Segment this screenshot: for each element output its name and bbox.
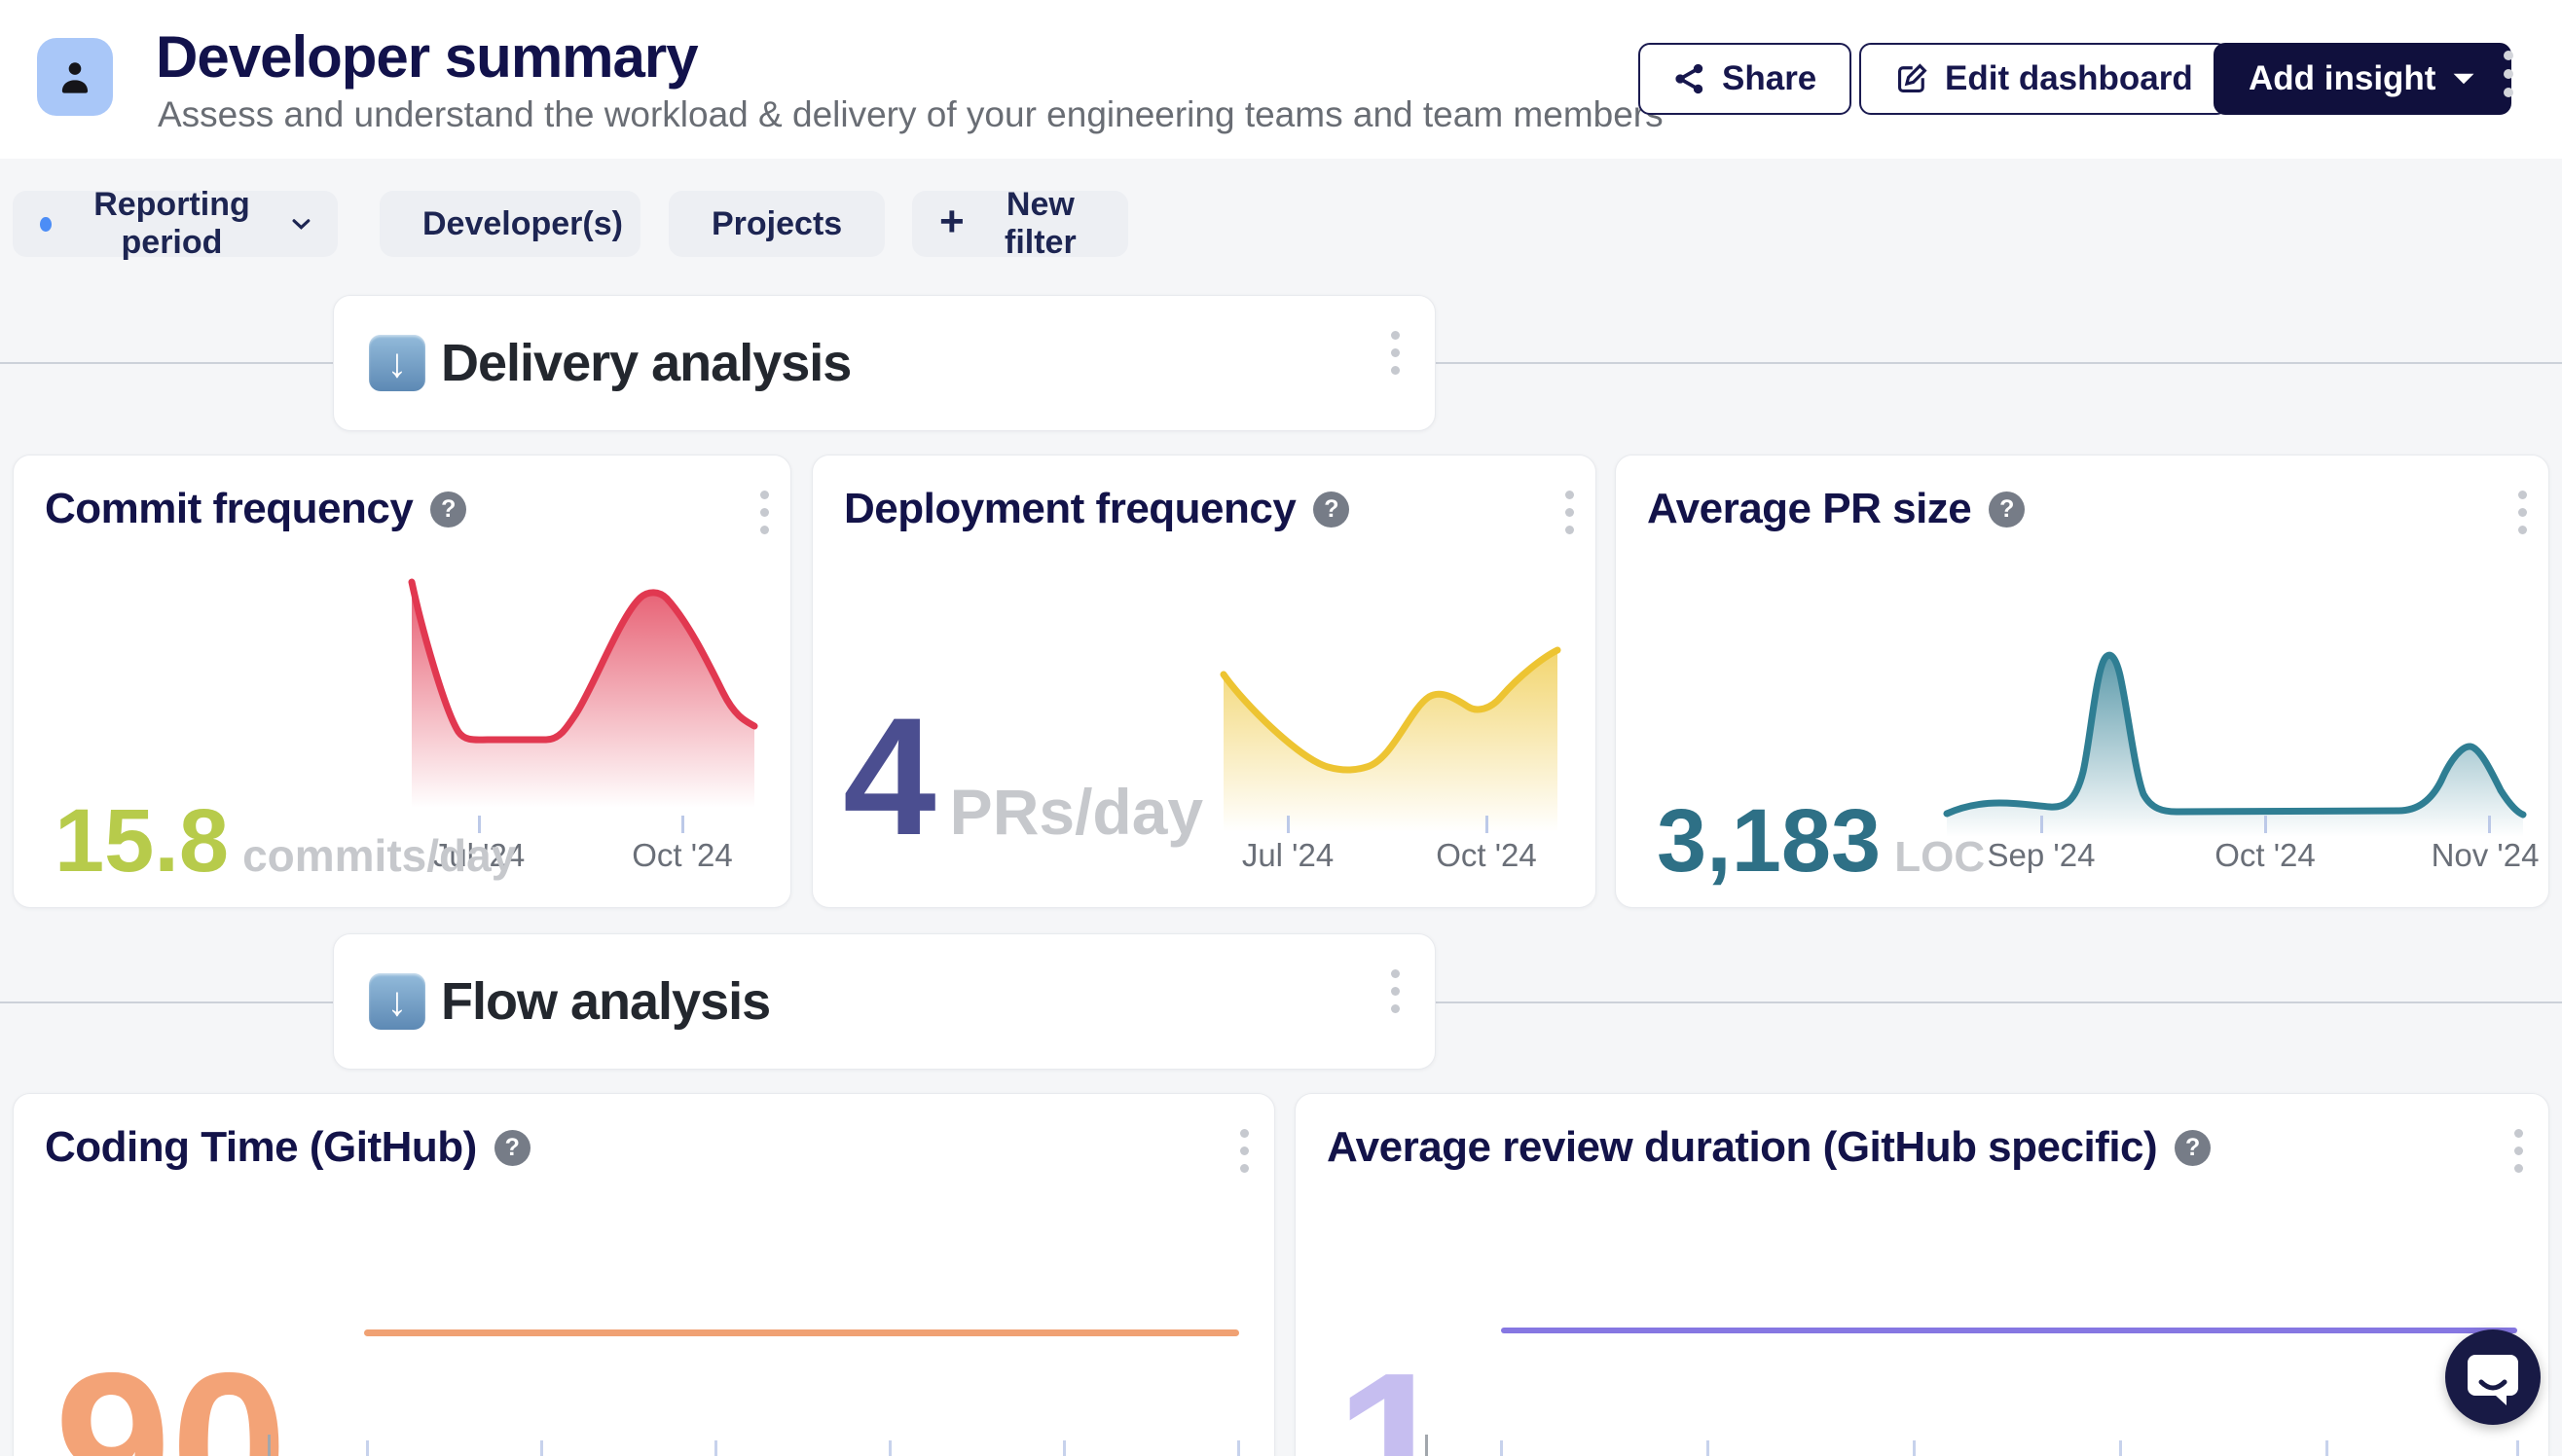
average-pr-size-chart (1937, 633, 2533, 856)
x-axis-tick (2488, 816, 2491, 833)
page-subtitle: Assess and understand the workload & del… (158, 94, 1664, 135)
metric-value: 1 (1336, 1341, 1452, 1456)
edit-dashboard-label: Edit dashboard (1945, 59, 2193, 98)
x-axis-tick (681, 816, 684, 833)
new-filter-button[interactable]: + New filter (912, 191, 1128, 257)
down-arrow-emoji-icon: ↓ (369, 973, 425, 1030)
metric-value: 3,183 (1657, 796, 1881, 886)
x-axis-tick (1706, 1440, 1709, 1456)
section-header-delivery: ↓ Delivery analysis (333, 295, 1436, 431)
metric-unit: commits/day (242, 833, 516, 878)
page-header: Developer summary Assess and understand … (0, 0, 2562, 159)
x-axis-tick (1485, 816, 1488, 833)
share-button-label: Share (1722, 59, 1816, 98)
help-icon[interactable]: ? (494, 1130, 531, 1166)
add-insight-button[interactable]: Add insight (2214, 43, 2511, 115)
x-axis-tick (1425, 1435, 1428, 1456)
filter-projects[interactable]: Projects (669, 191, 885, 257)
x-axis-label: Nov '24 (2432, 837, 2540, 874)
commit-frequency-title: Commit frequency (45, 485, 413, 533)
chat-widget-button[interactable] (2445, 1329, 2541, 1425)
review-duration-menu[interactable] (2514, 1129, 2523, 1173)
deployment-frequency-value: 4 PRs/day (843, 693, 1203, 860)
coding-time-menu[interactable] (1240, 1129, 1249, 1173)
commit-frequency-value: 15.8 commits/day (55, 796, 516, 886)
coding-time-chart-line (364, 1329, 1239, 1336)
chat-bubble-icon (2464, 1347, 2522, 1407)
card-review-duration: Average review duration (GitHub specific… (1295, 1093, 2549, 1456)
average-pr-size-title: Average PR size (1647, 485, 1971, 533)
x-axis-tick (2264, 816, 2267, 833)
metric-unit: LOC (1894, 836, 1985, 879)
chevron-down-icon (2451, 71, 2476, 87)
average-pr-size-menu[interactable] (2518, 491, 2527, 534)
section-title-delivery: Delivery analysis (441, 333, 851, 393)
developer-avatar-icon (37, 38, 113, 116)
review-duration-value: 1 (1336, 1341, 1452, 1456)
active-filter-dot (40, 217, 52, 232)
commit-frequency-menu[interactable] (760, 491, 769, 534)
section-delivery-menu[interactable] (1391, 331, 1400, 375)
section-header-flow: ↓ Flow analysis (333, 933, 1436, 1070)
person-icon (55, 55, 95, 98)
x-axis-tick (714, 1440, 717, 1456)
deployment-frequency-title: Deployment frequency (844, 485, 1296, 533)
x-axis-tick (268, 1435, 271, 1456)
filter-developers[interactable]: Developer(s) (380, 191, 640, 257)
x-axis-tick (2040, 816, 2043, 833)
section-flow-menu[interactable] (1391, 969, 1400, 1013)
coding-time-value: 90 (55, 1341, 287, 1456)
review-duration-title: Average review duration (GitHub specific… (1327, 1123, 2157, 1172)
x-axis-tick (1913, 1440, 1916, 1456)
x-axis-label: Oct '24 (1436, 837, 1537, 874)
edit-pencil-icon (1894, 61, 1929, 96)
help-icon[interactable]: ? (430, 491, 466, 528)
metric-value: 15.8 (55, 796, 229, 886)
chevron-down-icon (292, 217, 311, 231)
x-axis-tick (889, 1440, 892, 1456)
x-axis-tick (1063, 1440, 1066, 1456)
share-button[interactable]: Share (1638, 43, 1851, 115)
filter-reporting-period[interactable]: Reporting period (13, 191, 338, 257)
page-title: Developer summary (156, 23, 698, 91)
x-axis-label: Sep '24 (1988, 837, 2096, 874)
filter-reporting-period-label: Reporting period (67, 186, 276, 262)
review-duration-chart-line (1501, 1328, 2517, 1333)
x-axis-tick (2325, 1440, 2328, 1456)
down-arrow-emoji-icon: ↓ (369, 335, 425, 391)
x-axis-tick (1287, 816, 1290, 833)
header-overflow-menu[interactable] (2504, 51, 2513, 97)
metric-value: 4 (843, 693, 936, 860)
x-axis-label: Jul '24 (1242, 837, 1334, 874)
coding-time-title: Coding Time (GitHub) (45, 1123, 477, 1172)
x-axis-tick (1237, 1440, 1240, 1456)
x-axis-tick (1500, 1440, 1503, 1456)
help-icon[interactable]: ? (2175, 1130, 2211, 1166)
average-pr-size-value: 3,183 LOC (1657, 796, 1985, 886)
x-axis-label: Oct '24 (2214, 837, 2316, 874)
edit-dashboard-button[interactable]: Edit dashboard (1859, 43, 2228, 115)
x-axis-label: Oct '24 (632, 837, 733, 874)
filter-developers-label: Developer(s) (422, 205, 623, 243)
deployment-frequency-chart (1217, 637, 1567, 852)
help-icon[interactable]: ? (1989, 491, 2025, 528)
share-icon (1673, 62, 1706, 95)
x-axis-tick (2119, 1440, 2122, 1456)
plus-icon: + (939, 200, 965, 243)
x-axis-tick (2516, 1440, 2519, 1456)
new-filter-label: New filter (980, 186, 1101, 262)
section-title-flow: Flow analysis (441, 971, 770, 1032)
help-icon[interactable]: ? (1313, 491, 1349, 528)
add-insight-label: Add insight (2249, 59, 2435, 98)
developer-summary-dashboard: Developer summary Assess and understand … (0, 0, 2562, 1456)
x-axis-tick (540, 1440, 543, 1456)
x-axis-tick (366, 1440, 369, 1456)
metric-unit: PRs/day (950, 780, 1203, 844)
metric-value: 90 (55, 1341, 287, 1456)
deployment-frequency-menu[interactable] (1565, 491, 1574, 534)
filter-projects-label: Projects (712, 205, 842, 243)
